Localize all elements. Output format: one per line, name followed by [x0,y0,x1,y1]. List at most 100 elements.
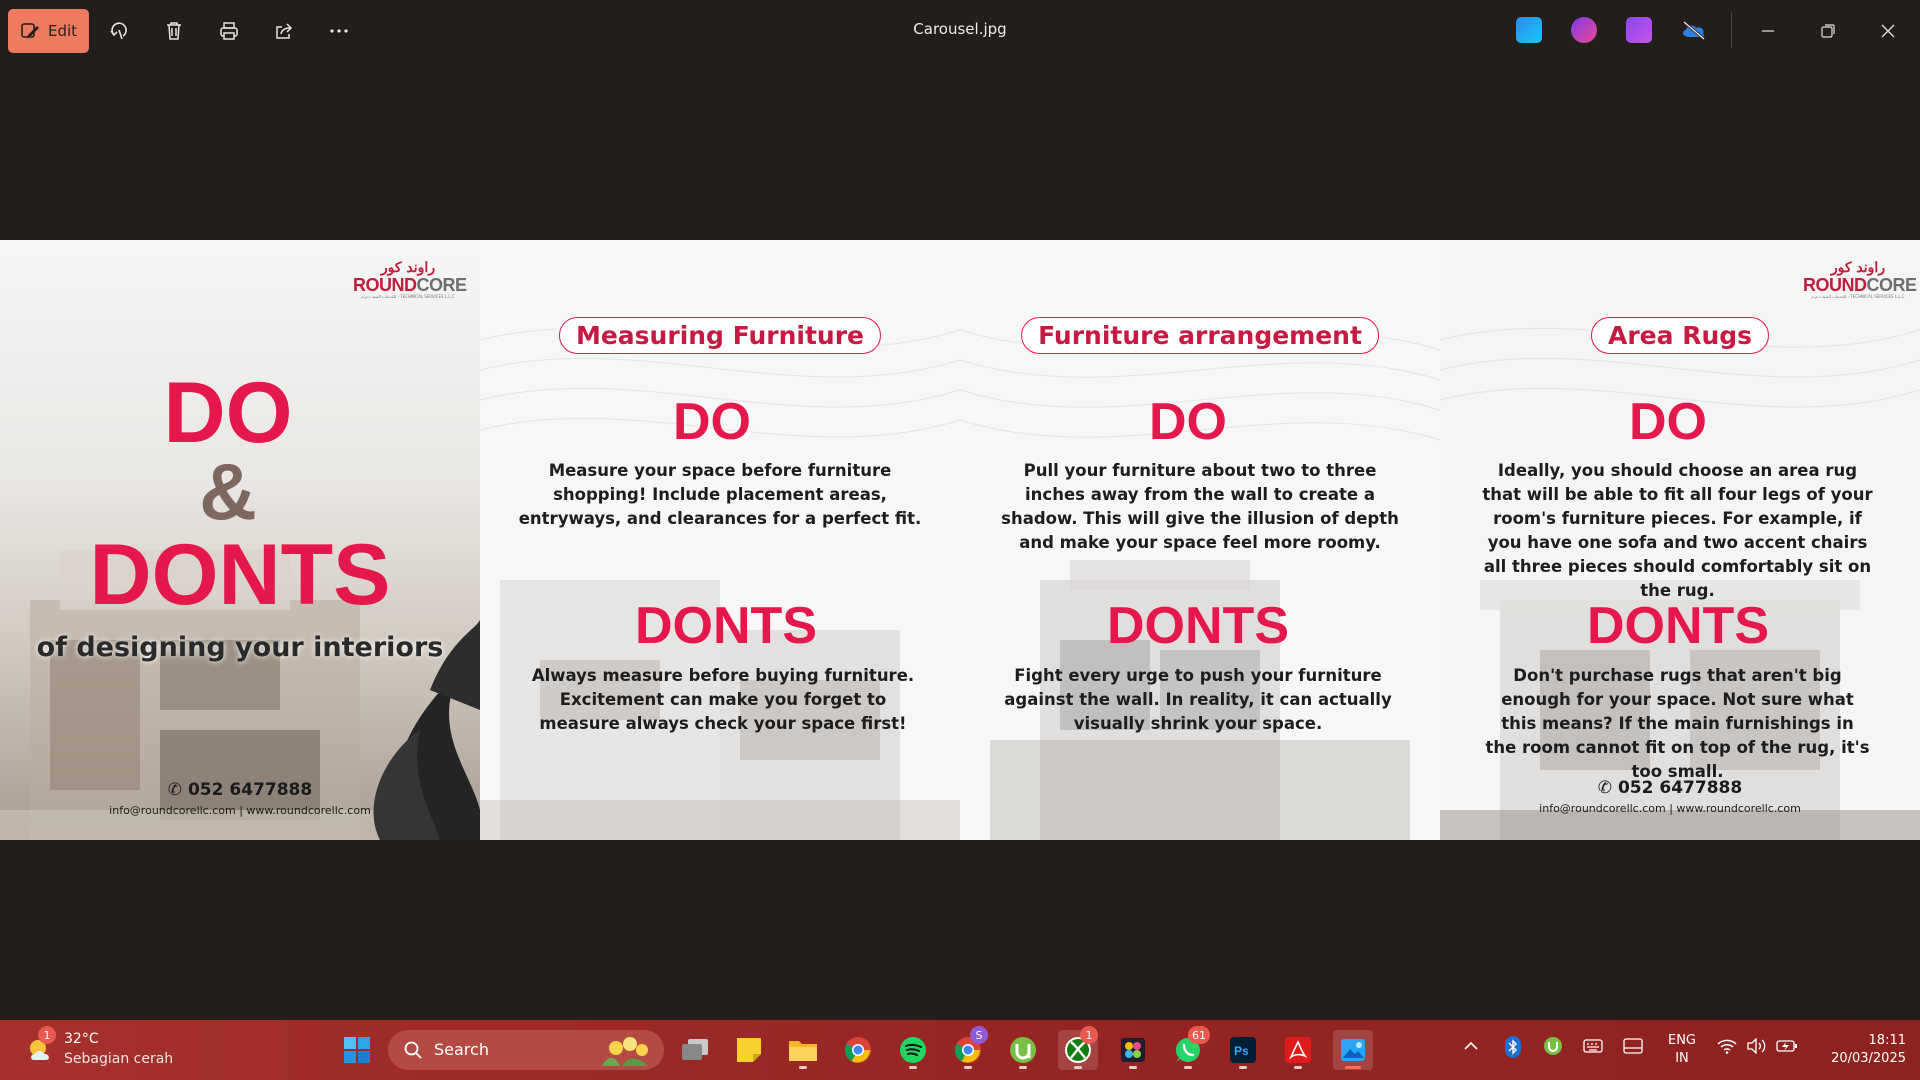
volume-tray[interactable] [1746,1037,1768,1058]
taskbar-app-puzzle[interactable] [1113,1030,1153,1070]
sticky-notes-icon [737,1038,761,1062]
tablet-tray[interactable] [1623,1038,1643,1058]
minimize-icon [1762,30,1774,32]
weather-condition: Sebagian cerah [64,1051,174,1067]
keyboard-tray[interactable] [1583,1038,1603,1058]
whatsapp-badge: 61 [1188,1026,1210,1044]
show-hidden-icons-button[interactable] [1463,1038,1479,1058]
weather-temp: 32°C [64,1031,99,1047]
onedrive-icon[interactable] [1681,17,1707,43]
restore-button[interactable] [1813,16,1843,46]
topic-pill: Measuring Furniture [558,317,882,354]
volume-icon [1747,1037,1766,1055]
taskbar-chrome[interactable] [838,1030,878,1070]
start-button[interactable] [337,1030,377,1070]
donts-heading: DONTS [1107,597,1289,655]
clock-time: 18:11 [1868,1033,1906,1048]
spotify-icon [900,1037,926,1063]
daffodil-icon [602,1037,648,1066]
chrome-icon [844,1037,871,1063]
taskbar-photos[interactable] [1333,1030,1373,1070]
toolbar-separator [1731,12,1732,48]
slide-furniture-arrangement: Furniture arrangement DO Pull your furni… [960,240,1440,840]
slide-area-rugs: راوند كور ROUNDCORE للخدمات الفنية ذ.م.م… [1440,240,1920,840]
clipchamp-icon[interactable] [1571,17,1597,43]
close-button[interactable] [1873,16,1903,46]
bluetooth-icon [1505,1036,1521,1058]
cover-phone: ✆ 052 6477888 [167,780,313,800]
carousel-image[interactable]: راوند كور ROUNDCORE للخدمات الفنية ذ.م.م… [0,240,1920,840]
taskbar-chrome-profile[interactable]: S [948,1026,988,1070]
minimize-button[interactable] [1753,16,1783,46]
bluetooth-tray[interactable] [1504,1036,1522,1062]
clock-date: 20/03/2025 [1831,1051,1906,1066]
roundcore-logo: راوند كور ROUNDCORE للخدمات الفنية ذ.م.م… [353,260,467,299]
windows-icon [344,1037,370,1063]
roundcore-logo: راوند كور ROUNDCORE للخدمات الفنية ذ.م.م… [1803,260,1917,299]
topic-pill: Furniture arrangement [1021,317,1379,354]
search-placeholder: Search [434,1040,489,1059]
weather-badge: 1 [38,1026,56,1044]
taskbar-acrobat[interactable] [1278,1030,1318,1070]
do-heading: DO [673,393,751,451]
donts-heading: DONTS [635,597,817,655]
cover-panel: راوند كور ROUNDCORE للخدمات الفنية ذ.م.م… [0,240,480,840]
restore-icon [1821,24,1835,38]
search-icon [404,1041,422,1059]
taskbar-file-explorer[interactable] [783,1030,823,1070]
cover-contact: info@roundcorellc.com | www.roundcorellc… [109,804,371,817]
utorrent-icon [1544,1037,1562,1055]
taskbar-clock[interactable]: 18:11 20/03/2025 [1810,1032,1906,1068]
acrobat-icon [1285,1037,1311,1063]
weather-widget[interactable]: 1 32°C Sebagian cerah [24,1026,184,1072]
taskbar-search[interactable]: Search [388,1030,664,1070]
do-heading: DO [1629,393,1707,451]
chevron-up-icon [1464,1041,1478,1050]
battery-tray[interactable] [1776,1038,1798,1058]
do-text: Ideally, you should choose an area rug t… [1482,461,1873,600]
utorrent-icon [1010,1037,1036,1063]
footer-phone: ✆ 052 6477888 [1597,778,1743,798]
do-heading: DO [1149,393,1227,451]
cover-donts-heading: DONTS [89,527,391,623]
designer-icon[interactable] [1626,17,1652,43]
input-language[interactable]: ENG IN [1666,1032,1698,1068]
taskbar: 1 32°C Sebagian cerah Search S 1 61 Ps E… [0,1020,1920,1080]
phone-icon: ✆ [167,780,188,800]
task-view-icon [682,1039,708,1060]
utorrent-tray[interactable] [1543,1036,1563,1060]
photos-icon [1341,1039,1365,1061]
footer-contact: info@roundcorellc.com | www.roundcorellc… [1539,802,1801,815]
do-text: Measure your space before furniture shop… [518,461,922,528]
taskbar-task-view[interactable] [675,1030,715,1070]
topic-pill: Area Rugs [1590,317,1770,354]
profile-badge: S [970,1026,988,1044]
donts-text: Don't purchase rugs that aren't big enou… [1485,666,1870,781]
taskbar-whatsapp[interactable]: 61 [1168,1026,1210,1070]
taskbar-photoshop[interactable]: Ps [1223,1030,1263,1070]
puzzle-icon [1121,1038,1145,1062]
slide-measuring-furniture: Measuring Furniture DO Measure your spac… [480,240,960,840]
phone-icon: ✆ [1597,778,1618,798]
donts-text: Always measure before buying furniture. … [531,666,915,733]
folder-icon [789,1041,817,1061]
svg-text:Ps: Ps [1234,1044,1249,1058]
battery-charging-icon [1776,1040,1797,1052]
close-icon [1881,24,1895,38]
xbox-badge: 1 [1080,1026,1098,1044]
cover-do-heading: DO [163,365,293,461]
photoshop-icon: Ps [1230,1037,1256,1063]
keyboard-icon [1583,1039,1603,1053]
tablet-icon [1623,1038,1643,1054]
photos-editor-icon[interactable] [1516,17,1542,43]
taskbar-spotify[interactable] [893,1030,933,1070]
wifi-icon [1717,1039,1737,1054]
wifi-tray[interactable] [1717,1038,1737,1058]
title-bar: Edit Carousel.jpg [0,0,1920,62]
taskbar-xbox[interactable]: 1 [1058,1026,1098,1070]
taskbar-utorrent[interactable] [1003,1030,1043,1070]
donts-text: Fight every urge to push your furniture … [1004,666,1392,733]
do-text: Pull your furniture about two to three i… [1001,461,1399,552]
taskbar-sticky-notes[interactable] [729,1030,769,1070]
donts-heading: DONTS [1587,597,1769,655]
